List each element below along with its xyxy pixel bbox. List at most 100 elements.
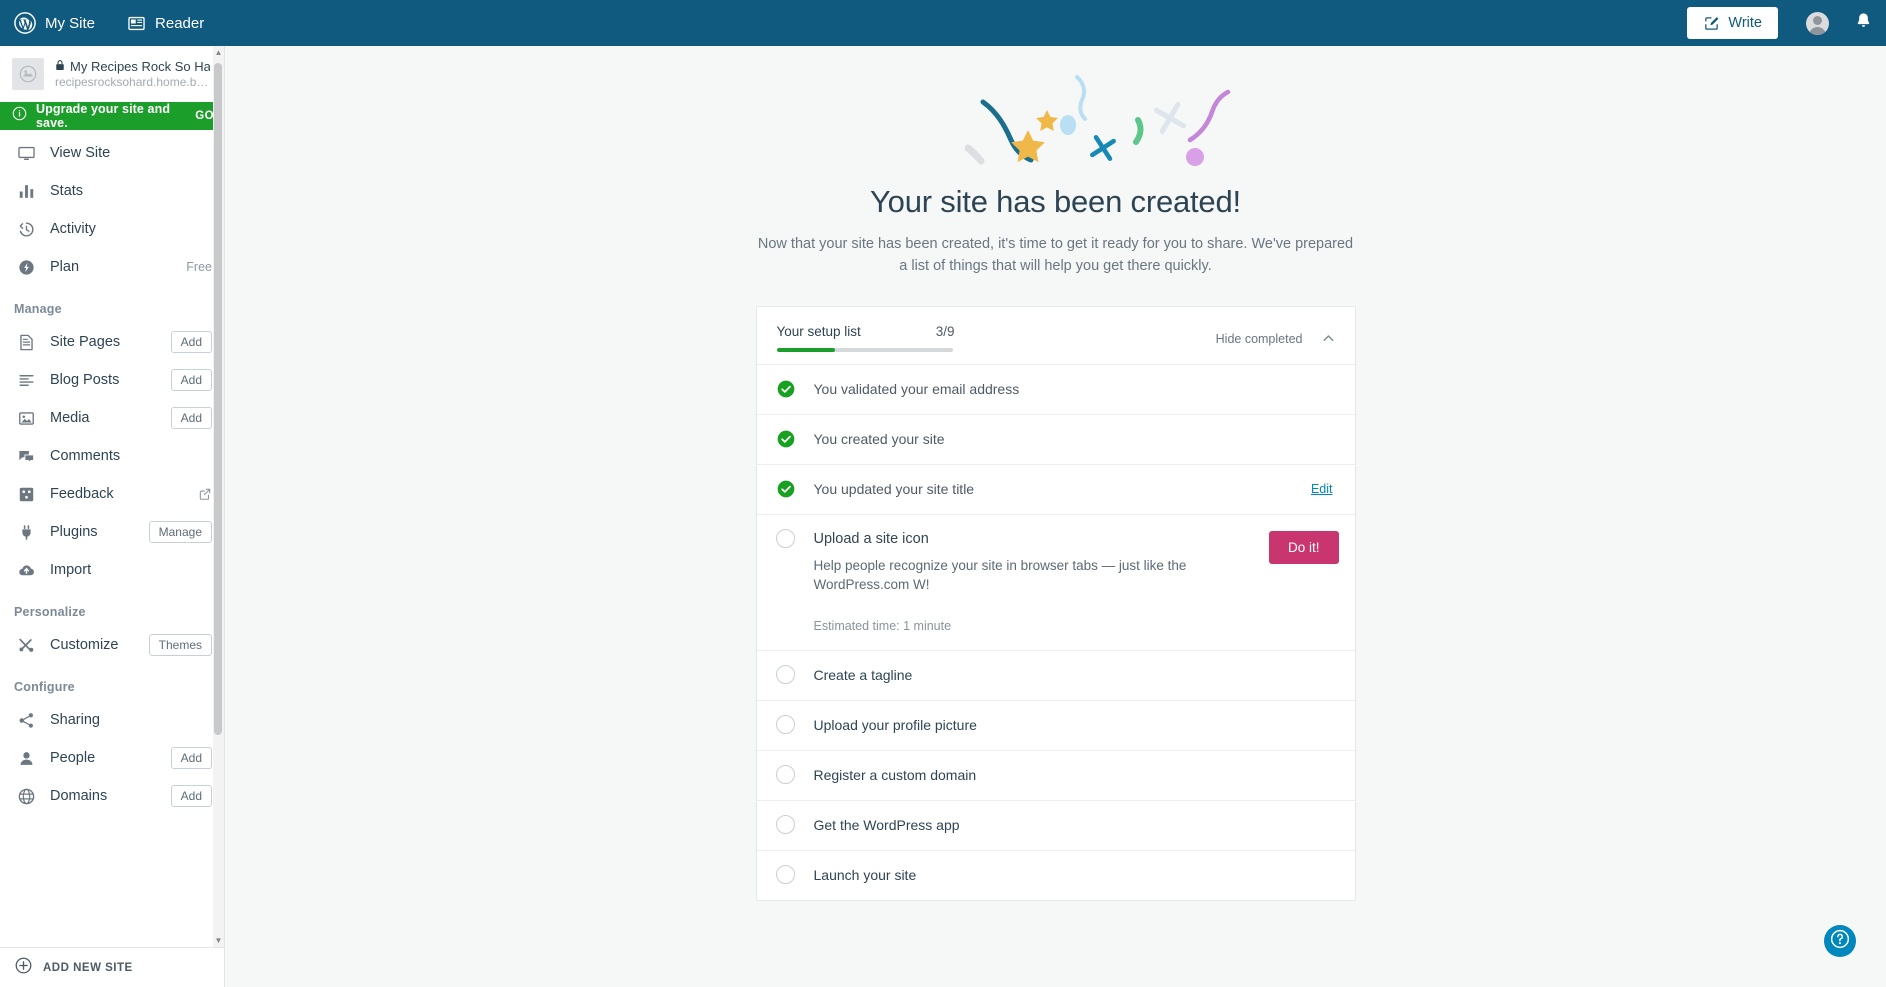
share-icon <box>14 711 38 730</box>
masterbar-avatar[interactable] <box>1794 0 1840 46</box>
setup-task-list: You validated your email address You crea… <box>756 364 1355 900</box>
task-row[interactable]: You updated your site title Edit <box>756 464 1355 515</box>
sidebar-item-label: People <box>50 750 96 766</box>
scroll-down-arrow-icon[interactable]: ▼ <box>213 934 224 947</box>
setup-progress-bar <box>776 347 953 352</box>
comments-icon <box>14 447 38 466</box>
task-row[interactable]: Register a custom domain <box>756 750 1355 801</box>
upgrade-banner-label: Upgrade your site and save. <box>36 102 171 130</box>
check-circle-icon <box>774 477 797 500</box>
sidebar-item-activity[interactable]: Activity <box>0 210 224 248</box>
sidebar-item-people[interactable]: People Add <box>0 739 224 777</box>
masterbar-reader[interactable]: Reader <box>111 0 220 46</box>
sidebar-item-customize[interactable]: Customize Themes <box>0 626 224 664</box>
check-circle-icon <box>774 427 797 450</box>
plan-badge-icon <box>14 258 38 277</box>
sidebar-item-stats[interactable]: Stats <box>0 172 224 210</box>
task-action-button[interactable]: Do it! <box>1268 530 1339 564</box>
masterbar-my-site-label: My Site <box>45 14 96 32</box>
setup-progress-block: Your setup list 3/9 <box>776 324 955 352</box>
scroll-up-arrow-icon[interactable]: ▲ <box>213 46 224 59</box>
sidebar-item-label: Blog Posts <box>50 372 120 388</box>
feedback-icon <box>14 485 38 504</box>
sidebar-item-label: Site Pages <box>50 334 121 350</box>
sidebar-item-plan[interactable]: Plan Free <box>0 248 224 286</box>
sidebar-section-manage: Manage <box>14 302 62 316</box>
empty-circle-icon <box>774 763 797 786</box>
page-subtitle: Now that your site has been created, it'… <box>757 236 1354 275</box>
sidebar-section-personalize: Personalize <box>14 605 86 619</box>
masterbar-notifications[interactable] <box>1840 0 1886 46</box>
site-url: recipesrocksohard.home.blog <box>55 75 210 89</box>
upgrade-banner-go[interactable]: GO <box>195 110 214 122</box>
setup-header-actions: Hide completed <box>1216 327 1341 351</box>
sidebar-item-blog-posts[interactable]: Blog Posts Add <box>0 361 224 399</box>
task-row[interactable]: You created your site <box>756 414 1355 465</box>
sidebar-item-sharing[interactable]: Sharing <box>0 701 224 739</box>
external-link-icon <box>198 487 212 501</box>
task-row[interactable]: Upload a site icon Help people recognize … <box>756 514 1355 651</box>
plus-circle-icon <box>14 956 33 980</box>
sidebar-item-label: Plan <box>50 259 80 275</box>
task-row[interactable]: Create a tagline <box>756 650 1355 701</box>
sidebar-item-import[interactable]: Import <box>0 551 224 589</box>
clock-history-icon <box>14 220 38 239</box>
hero-section: Your site has been created! Now that you… <box>225 46 1886 278</box>
write-pencil-icon <box>1703 15 1720 32</box>
lock-icon <box>55 59 65 74</box>
task-row[interactable]: Launch your site <box>756 850 1355 900</box>
sidebar-item-feedback[interactable]: Feedback <box>0 475 224 513</box>
setup-progress-row: Your setup list 3/9 <box>777 324 955 339</box>
plugins-plug-icon <box>14 523 38 542</box>
task-row[interactable]: Upload your profile picture <box>756 700 1355 751</box>
globe-icon <box>14 787 38 806</box>
task-row[interactable]: You validated your email address <box>756 364 1355 415</box>
sidebar-item-domains[interactable]: Domains Add <box>0 777 224 815</box>
sidebar-scrollbar-track[interactable]: ▲ ▼ <box>213 46 224 987</box>
add-new-site-label: ADD NEW SITE <box>43 961 133 974</box>
main-content: Your site has been created! Now that you… <box>225 46 1886 987</box>
add-media-button[interactable]: Add <box>170 406 212 430</box>
add-site-page-button[interactable]: Add <box>170 330 212 354</box>
add-new-site-button[interactable]: ADD NEW SITE <box>0 947 224 987</box>
task-body: You created your site <box>814 429 1339 449</box>
task-edit-link[interactable]: Edit <box>1311 482 1333 496</box>
site-title-row: My Recipes Rock So Hard <box>55 59 210 74</box>
sidebar-item-site-pages[interactable]: Site Pages Add <box>0 323 224 361</box>
write-button-label: Write <box>1728 15 1762 31</box>
sidebar-site-header[interactable]: My Recipes Rock So Hard recipesrocksohar… <box>0 46 224 102</box>
wordpress-logo-icon <box>14 12 36 34</box>
customize-tools-icon <box>14 636 38 655</box>
add-blog-post-button[interactable]: Add <box>170 368 212 392</box>
sidebar-scrollbar-thumb[interactable] <box>214 63 222 735</box>
sidebar-item-comments[interactable]: Comments <box>0 437 224 475</box>
task-body: Register a custom domain <box>814 765 1339 785</box>
task-title: You created your site <box>813 430 945 447</box>
plan-badge-label: Free <box>186 260 212 274</box>
task-title: Upload a site icon <box>813 530 929 547</box>
chevron-up-icon[interactable] <box>1317 327 1341 351</box>
sidebar: My Recipes Rock So Hard recipesrocksohar… <box>0 46 225 987</box>
sidebar-item-view-site[interactable]: View Site <box>0 134 224 172</box>
task-title: Upload your profile picture <box>813 716 977 733</box>
task-row[interactable]: Get the WordPress app <box>756 800 1355 851</box>
help-button[interactable] <box>1824 925 1856 957</box>
write-button[interactable]: Write <box>1687 7 1778 39</box>
task-body: Launch your site <box>814 865 1339 885</box>
sidebar-item-label: Comments <box>50 448 121 464</box>
masterbar-my-site[interactable]: My Site <box>0 0 111 46</box>
upgrade-banner[interactable]: Upgrade your site and save. GO <box>0 102 224 130</box>
empty-circle-icon <box>774 527 797 550</box>
sidebar-nav: View Site Stats Activity Plan Free Manag… <box>0 130 224 815</box>
hide-completed-toggle[interactable]: Hide completed <box>1216 332 1303 346</box>
sidebar-item-media[interactable]: Media Add <box>0 399 224 437</box>
task-title: Create a tagline <box>813 666 913 683</box>
confetti-celebration-illustration <box>225 62 1886 180</box>
sidebar-item-plugins[interactable]: Plugins Manage <box>0 513 224 551</box>
add-domain-button[interactable]: Add <box>170 784 212 808</box>
posts-icon <box>14 371 38 390</box>
themes-button[interactable]: Themes <box>148 633 212 657</box>
setup-list-header: Your setup list 3/9 Hide completed <box>756 307 1355 365</box>
manage-plugins-button[interactable]: Manage <box>148 520 212 544</box>
add-people-button[interactable]: Add <box>170 746 212 770</box>
